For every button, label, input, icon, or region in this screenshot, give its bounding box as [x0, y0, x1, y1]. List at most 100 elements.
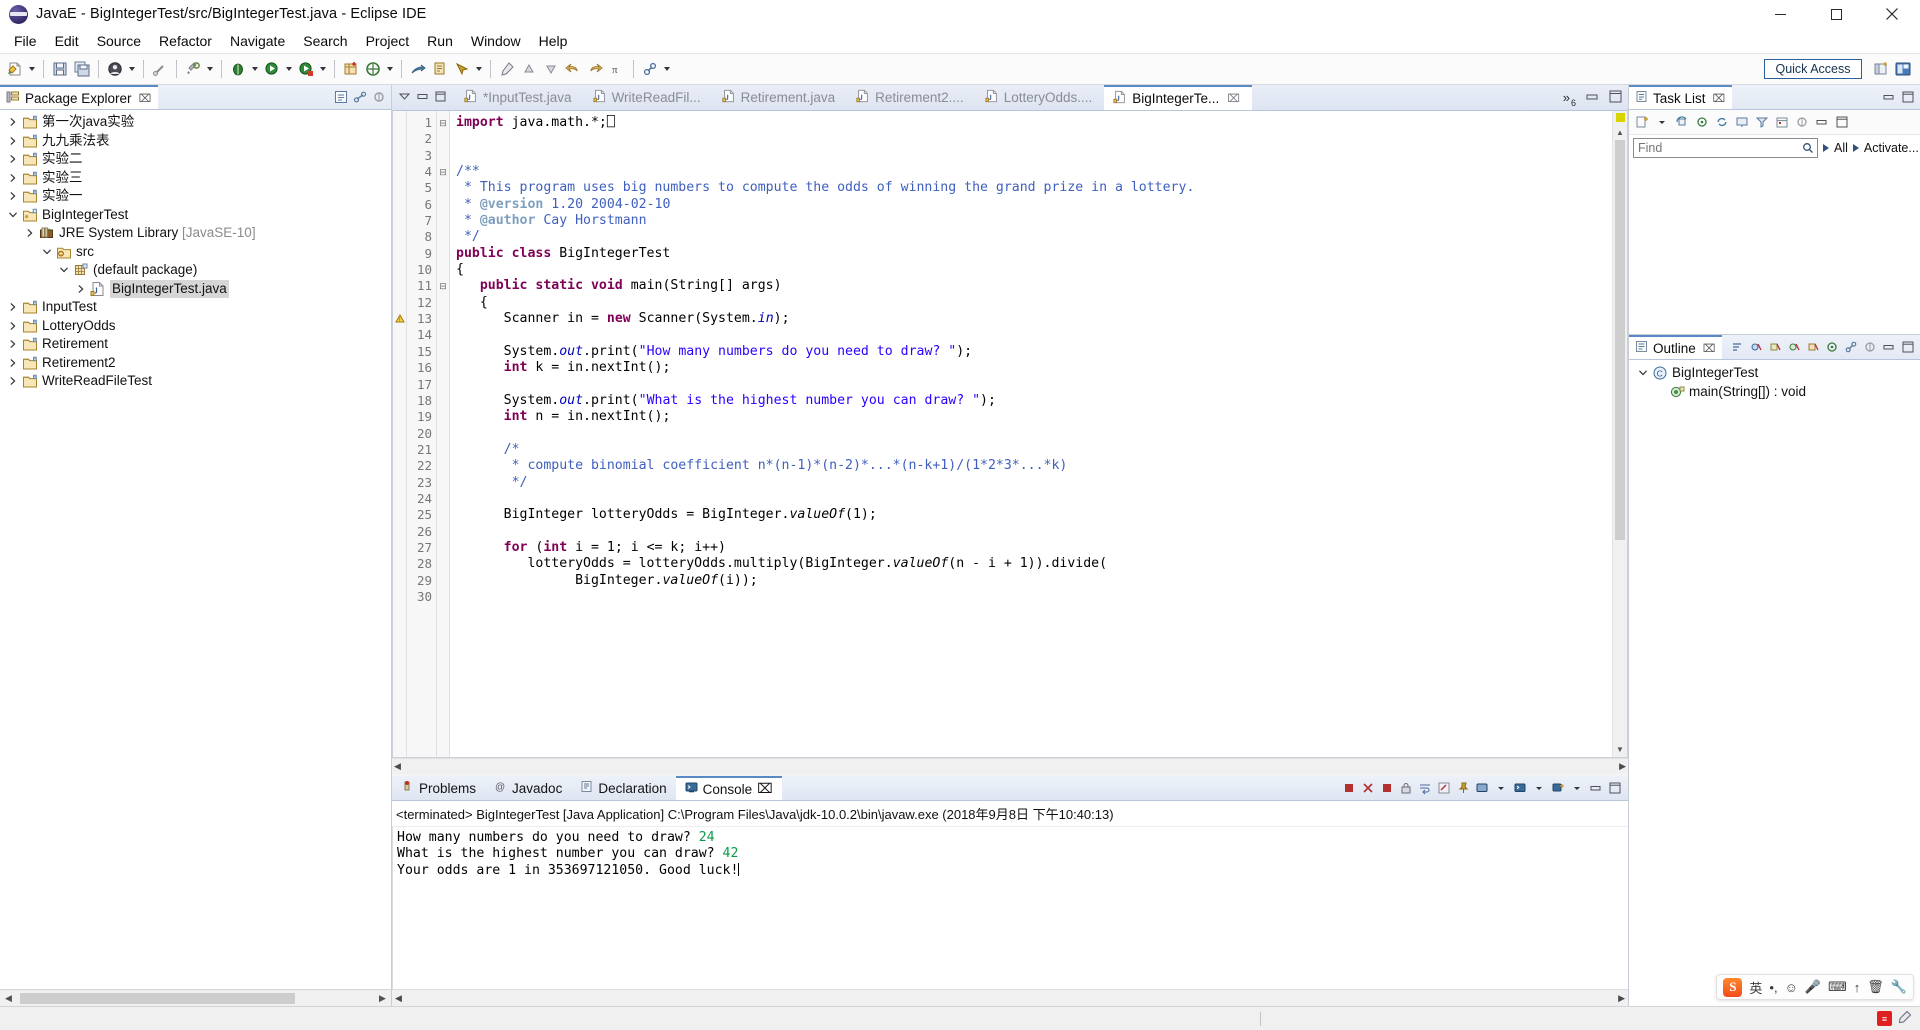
coverage-button[interactable] — [295, 58, 317, 80]
ime-punctuation-icon[interactable]: •, — [1769, 980, 1777, 995]
editor-tab[interactable]: Retirement.java — [713, 85, 848, 110]
debug-button[interactable] — [227, 58, 249, 80]
package-explorer-tree[interactable]: 第一次java实验 九九乘法表 实验二 实验三 实验一 BigIntegerTest JRE… — [0, 110, 391, 989]
chevron-right-icon[interactable] — [4, 117, 21, 127]
external-tools-dropdown[interactable] — [204, 58, 216, 80]
tab-javadoc[interactable]: @ Javadoc — [485, 776, 571, 800]
close-icon[interactable]: ⌧ — [139, 92, 152, 105]
tree-item[interactable]: 实验三 — [0, 169, 391, 188]
link-with-editor-icon[interactable] — [351, 88, 369, 106]
menu-window[interactable]: Window — [462, 30, 530, 52]
scroll-track[interactable] — [1613, 140, 1627, 742]
hide-static-icon[interactable] — [1766, 338, 1784, 356]
previous-annotation-button[interactable] — [518, 58, 540, 80]
menu-edit[interactable]: Edit — [46, 30, 88, 52]
java-perspective-button[interactable] — [1892, 58, 1914, 80]
chevron-right-icon[interactable] — [4, 173, 21, 183]
pin-console-icon[interactable] — [1454, 779, 1472, 797]
tab-package-explorer[interactable]: Package Explorer ⌧ — [0, 85, 159, 109]
close-button[interactable] — [1864, 0, 1920, 29]
tree-item[interactable]: InputTest — [0, 298, 391, 317]
code-editor[interactable]: ! 1 2 3 4 5 6 7 8 9 10 11 12 13 14 15 16 17 18 19 20 21 22 23 2… — [392, 111, 1628, 758]
new-console-view-icon[interactable] — [1549, 779, 1567, 797]
menu-navigate[interactable]: Navigate — [221, 30, 294, 52]
chevron-right-icon[interactable] — [4, 339, 21, 349]
status-badge[interactable]: ≡ — [1877, 1011, 1892, 1026]
hide-local-types-icon[interactable] — [1804, 338, 1822, 356]
restore-tasks-icon[interactable] — [1673, 113, 1691, 131]
scroll-right-arrow[interactable]: ▶ — [374, 993, 391, 1004]
tab-declaration[interactable]: Declaration — [571, 776, 675, 800]
tree-item[interactable]: 实验一 — [0, 187, 391, 206]
menu-run[interactable]: Run — [418, 30, 462, 52]
ime-keyboard-icon[interactable]: ⌨ — [1828, 979, 1847, 995]
chevron-right-icon[interactable] — [4, 358, 21, 368]
chevron-right-icon[interactable] — [72, 284, 89, 294]
chevron-right-icon[interactable] — [4, 154, 21, 164]
tree-item[interactable]: 九九乘法表 — [0, 132, 391, 151]
ime-emoji-icon[interactable]: ☺ — [1785, 980, 1798, 995]
search-icon[interactable] — [1802, 142, 1814, 157]
sogou-logo-icon[interactable]: S — [1723, 977, 1743, 997]
quick-access-input[interactable]: Quick Access — [1764, 59, 1862, 79]
tab-outline[interactable]: Outline ⌧ — [1629, 335, 1723, 359]
maximize-icon[interactable] — [1899, 88, 1917, 106]
view-menu-icon[interactable] — [370, 88, 388, 106]
presentation-icon[interactable] — [1733, 113, 1751, 131]
remove-launch-icon[interactable] — [1359, 779, 1377, 797]
new-wizard-dropdown[interactable] — [26, 58, 38, 80]
close-icon[interactable]: ⌧ — [1713, 92, 1726, 105]
clear-console-icon[interactable] — [1435, 779, 1453, 797]
sort-icon[interactable] — [1728, 338, 1746, 356]
chevron-down-icon[interactable] — [4, 210, 21, 220]
last-edit-location-button[interactable] — [496, 58, 518, 80]
chevron-down-icon[interactable] — [38, 247, 55, 257]
minimize-icon[interactable] — [1880, 88, 1898, 106]
chevron-down-icon[interactable] — [55, 265, 72, 275]
link-dropdown[interactable] — [661, 58, 673, 80]
fold-toggle-icon[interactable]: ⊟ — [437, 115, 449, 131]
ime-settings-icon[interactable]: 🔧 — [1891, 979, 1907, 995]
scroll-thumb[interactable] — [20, 993, 295, 1004]
back-navigation-button[interactable] — [562, 58, 584, 80]
new-wizard-button[interactable] — [4, 58, 26, 80]
editor-annotation-ruler[interactable]: ! — [393, 111, 407, 757]
focus-icon[interactable] — [1823, 338, 1841, 356]
code-text[interactable]: import java.math.*;⎕ /** * This program … — [450, 111, 1612, 757]
ime-trash-icon[interactable]: 🗑 — [1867, 979, 1884, 995]
forward-navigation-button[interactable] — [584, 58, 606, 80]
editor-horizontal-scrollbar[interactable]: ◀ ▶ — [392, 758, 1628, 774]
filter-icon[interactable] — [1753, 113, 1771, 131]
menu-project[interactable]: Project — [357, 30, 419, 52]
chevron-right-icon[interactable] — [4, 191, 21, 201]
tree-item[interactable]: BigIntegerTest.java — [0, 279, 391, 299]
scroll-right-arrow[interactable]: ▶ — [1619, 761, 1626, 772]
tab-problems[interactable]: Problems — [392, 776, 485, 800]
debug-dropdown[interactable] — [249, 58, 261, 80]
close-icon[interactable]: ⌧ — [1227, 92, 1240, 105]
outline-item[interactable]: main(String[]) : void — [1629, 382, 1920, 401]
print-dropdown[interactable] — [126, 58, 138, 80]
maximize-view-icon[interactable] — [435, 90, 446, 105]
editor-tab[interactable]: LotteryOdds.... — [976, 85, 1105, 110]
minimize-view-icon[interactable] — [398, 90, 411, 105]
chevron-right-icon[interactable] — [21, 228, 38, 238]
console-horizontal-scrollbar[interactable]: ◀ ▶ — [392, 989, 1628, 1006]
new-java-package-dropdown[interactable] — [384, 58, 396, 80]
fold-toggle-icon[interactable]: ⊟ — [437, 278, 449, 294]
minimize-button[interactable] — [1752, 0, 1808, 29]
new-java-package-button[interactable] — [362, 58, 384, 80]
remove-all-terminated-icon[interactable] — [1378, 779, 1396, 797]
editor-tab[interactable]: *InputTest.java — [455, 85, 584, 110]
editor-vertical-scrollbar[interactable]: ▲ ▼ — [1612, 111, 1627, 757]
editor-tab[interactable]: Retirement2.... — [847, 85, 976, 110]
focus-on-workweek-icon[interactable] — [1693, 113, 1711, 131]
tree-item[interactable]: Retirement — [0, 335, 391, 354]
save-button[interactable] — [49, 58, 71, 80]
open-perspective-button[interactable] — [1870, 58, 1892, 80]
collapse-all-icon[interactable] — [332, 88, 350, 106]
tree-item[interactable]: WriteReadFileTest — [0, 372, 391, 391]
folding-column[interactable]: ⊟ ⊟ ⊟ — [437, 111, 450, 757]
new-class-button[interactable] — [429, 58, 451, 80]
outline-body[interactable]: C BigIntegerTest main(String[]) : void S 英… — [1629, 360, 1920, 1006]
